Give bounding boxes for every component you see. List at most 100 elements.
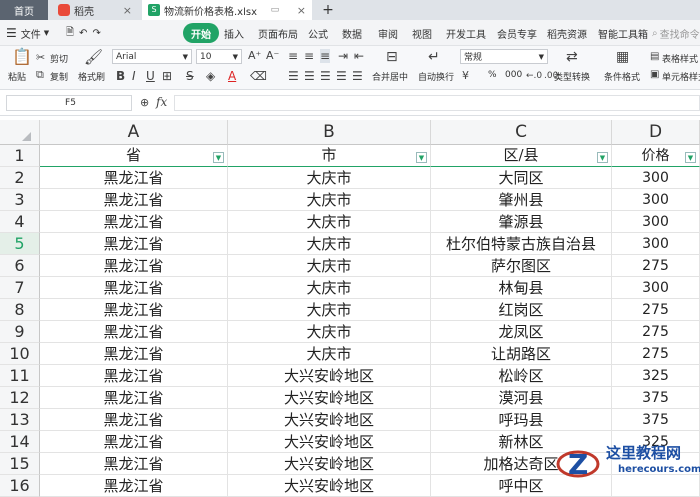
- command-search[interactable]: ⌕ 查找命令: [652, 23, 700, 43]
- fx-icon[interactable]: fx: [156, 95, 167, 109]
- conditional-format-icon[interactable]: ▦: [616, 50, 629, 64]
- table-cell[interactable]: 275: [612, 255, 700, 277]
- cut-button[interactable]: 剪切: [50, 52, 68, 65]
- tab-home[interactable]: 首页: [0, 0, 48, 20]
- currency-icon[interactable]: ¥: [462, 69, 469, 83]
- table-cell[interactable]: 黑龙江省: [40, 365, 228, 387]
- table-cell[interactable]: 黑龙江省: [40, 189, 228, 211]
- table-cell[interactable]: 大庆市: [228, 255, 431, 277]
- row-header[interactable]: 11: [0, 365, 40, 387]
- column-header-b[interactable]: B: [228, 120, 431, 145]
- table-cell[interactable]: 黑龙江省: [40, 233, 228, 255]
- table-cell[interactable]: 375: [612, 387, 700, 409]
- table-cell[interactable]: 325: [612, 365, 700, 387]
- header-cell[interactable]: 价格 ▼: [612, 145, 700, 167]
- table-cell[interactable]: 大庆市: [228, 167, 431, 189]
- table-cell[interactable]: 肇州县: [431, 189, 612, 211]
- table-cell[interactable]: 大同区: [431, 167, 612, 189]
- tab-view[interactable]: 视图: [412, 23, 432, 43]
- table-style-button[interactable]: 表格样式: [662, 52, 698, 65]
- table-cell[interactable]: 275: [612, 321, 700, 343]
- row-header[interactable]: 10: [0, 343, 40, 365]
- window-icon[interactable]: ▭: [271, 5, 280, 15]
- table-cell[interactable]: 大庆市: [228, 343, 431, 365]
- justify-icon[interactable]: ☰: [336, 69, 347, 83]
- increase-font-icon[interactable]: A⁺: [248, 49, 261, 63]
- table-cell[interactable]: 龙凤区: [431, 321, 612, 343]
- table-cell[interactable]: 黑龙江省: [40, 475, 228, 497]
- wrap-text-button[interactable]: 自动换行: [418, 70, 454, 83]
- number-format-select[interactable]: 常规 ▼: [460, 49, 548, 64]
- table-cell[interactable]: 375: [612, 409, 700, 431]
- align-right-icon[interactable]: ☰: [320, 69, 331, 83]
- name-box[interactable]: F5: [6, 95, 132, 111]
- header-cell[interactable]: 省 ▼: [40, 145, 228, 167]
- file-menu[interactable]: ☰ 文件 ▼: [6, 23, 49, 43]
- table-cell[interactable]: 黑龙江省: [40, 277, 228, 299]
- formula-input[interactable]: [174, 95, 700, 111]
- tab-review[interactable]: 审阅: [378, 23, 398, 43]
- close-icon[interactable]: ×: [123, 4, 132, 17]
- tab-formulas[interactable]: 公式: [308, 23, 328, 43]
- row-header[interactable]: 4: [0, 211, 40, 233]
- fill-color-icon[interactable]: ◈: [206, 69, 215, 83]
- font-name-select[interactable]: Arial ▼: [112, 49, 192, 64]
- column-header-a[interactable]: A: [40, 120, 228, 145]
- thousands-button[interactable]: 000: [505, 70, 522, 80]
- row-header[interactable]: 8: [0, 299, 40, 321]
- row-header[interactable]: 5: [0, 233, 40, 255]
- align-center-icon[interactable]: ☰: [304, 69, 315, 83]
- row-header[interactable]: 1: [0, 145, 40, 167]
- table-cell[interactable]: 大庆市: [228, 233, 431, 255]
- table-cell[interactable]: 大庆市: [228, 321, 431, 343]
- table-cell[interactable]: 黑龙江省: [40, 299, 228, 321]
- filter-dropdown-icon[interactable]: ▼: [213, 152, 224, 163]
- table-cell[interactable]: 大兴安岭地区: [228, 453, 431, 475]
- font-color-icon[interactable]: A: [228, 69, 236, 83]
- tab-insert[interactable]: 插入: [224, 23, 244, 43]
- row-header[interactable]: 12: [0, 387, 40, 409]
- close-icon[interactable]: ×: [297, 4, 306, 17]
- align-left-icon[interactable]: ☰: [288, 69, 299, 83]
- font-size-select[interactable]: 10 ▼: [196, 49, 242, 64]
- new-tab-button[interactable]: +: [318, 0, 338, 20]
- format-painter-icon[interactable]: 🖌: [84, 50, 103, 65]
- tab-page-layout[interactable]: 页面布局: [258, 23, 298, 43]
- tab-docer-resources[interactable]: 稻壳资源: [547, 23, 587, 43]
- table-cell[interactable]: 300: [612, 277, 700, 299]
- decrease-font-icon[interactable]: A⁻: [266, 49, 279, 63]
- table-cell[interactable]: 大庆市: [228, 299, 431, 321]
- format-painter-button[interactable]: 格式刷: [78, 70, 105, 83]
- outdent-icon[interactable]: ⇤: [354, 49, 364, 63]
- percent-button[interactable]: %: [488, 70, 497, 80]
- column-header-d[interactable]: D: [612, 120, 700, 145]
- table-cell[interactable]: 275: [612, 299, 700, 321]
- table-cell[interactable]: 萨尔图区: [431, 255, 612, 277]
- undo-icon[interactable]: ↶: [79, 28, 87, 39]
- table-cell[interactable]: 大兴安岭地区: [228, 431, 431, 453]
- table-cell[interactable]: 大庆市: [228, 277, 431, 299]
- tab-data[interactable]: 数据: [342, 23, 362, 43]
- conditional-format-button[interactable]: 条件格式: [604, 70, 640, 83]
- tab-developer[interactable]: 开发工具: [446, 23, 486, 43]
- type-convert-button[interactable]: 类型转换: [554, 70, 590, 83]
- save-icon[interactable]: 🗎: [66, 25, 74, 42]
- indent-icon[interactable]: ⇥: [338, 49, 348, 63]
- convert-icon[interactable]: ⇄: [566, 50, 578, 64]
- zoom-icon[interactable]: ⊕: [140, 96, 149, 110]
- table-cell[interactable]: 大庆市: [228, 189, 431, 211]
- filter-dropdown-icon[interactable]: ▼: [685, 152, 696, 163]
- filter-dropdown-icon[interactable]: ▼: [416, 152, 427, 163]
- border-icon[interactable]: ⊞: [162, 69, 172, 83]
- filter-dropdown-icon[interactable]: ▼: [597, 152, 608, 163]
- underline-icon[interactable]: U: [146, 69, 155, 83]
- merge-icon[interactable]: ⊟: [386, 50, 398, 64]
- tab-member[interactable]: 会员专享: [497, 23, 537, 43]
- table-cell[interactable]: 黑龙江省: [40, 453, 228, 475]
- tab-start[interactable]: 开始: [183, 23, 219, 43]
- table-cell[interactable]: 黑龙江省: [40, 255, 228, 277]
- table-cell[interactable]: 黑龙江省: [40, 409, 228, 431]
- table-cell[interactable]: 黑龙江省: [40, 431, 228, 453]
- merge-center-button[interactable]: 合并居中: [372, 70, 408, 83]
- paste-button[interactable]: 粘贴: [8, 70, 26, 83]
